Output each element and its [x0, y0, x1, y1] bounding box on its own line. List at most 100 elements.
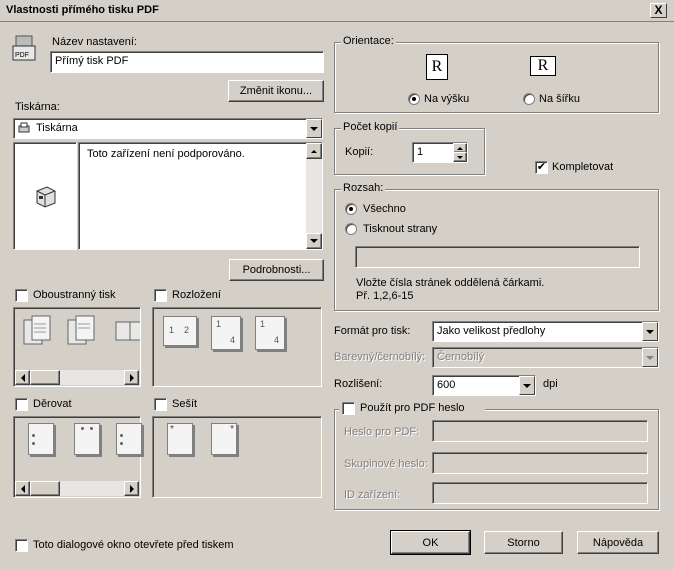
portrait-icon: R [426, 54, 448, 80]
resolution-value: 600 [437, 379, 456, 391]
layout-label: Rozložení [172, 289, 221, 301]
range-all-radio[interactable] [345, 203, 357, 215]
scroll-right-button[interactable] [124, 481, 139, 496]
printer-icon [18, 122, 30, 134]
group-password-label: Skupinové heslo: [344, 458, 428, 470]
layout-4up-icon: 1 4 [211, 316, 241, 350]
punch-scrollbar[interactable] [15, 481, 139, 496]
staple-right-icon: * [211, 423, 237, 455]
staple-left-icon: * [167, 423, 193, 455]
show-dialog-label: Toto dialogové okno otevřete před tiskem [33, 539, 234, 551]
change-icon-button[interactable]: Změnit ikonu... [228, 80, 324, 102]
range-legend: Rozsah: [341, 182, 386, 194]
status-scrollbar[interactable] [306, 143, 322, 249]
device-id-input[interactable] [432, 482, 648, 504]
setting-name-label: Název nastavení: [52, 36, 137, 48]
landscape-icon: R [530, 56, 556, 76]
printer-label: Tiskárna: [15, 101, 60, 113]
duplex-panel [13, 307, 141, 387]
show-dialog-checkbox[interactable] [15, 539, 28, 552]
copies-spinner[interactable]: 1 [412, 142, 468, 163]
landscape-label: Na šířku [539, 93, 580, 105]
print-format-value: Jako velikost předlohy [437, 325, 546, 337]
pdf-password-input[interactable] [432, 420, 648, 442]
device-id-label: ID zařízení: [344, 489, 401, 501]
punch-top-holes-icon [74, 423, 100, 455]
color-mode-select[interactable]: Černobílý [432, 347, 659, 368]
scroll-thumb[interactable] [30, 481, 60, 496]
duplex-scrollbar[interactable] [15, 370, 139, 385]
printer-status-text: Toto zařízení není podporováno. [87, 148, 245, 160]
punch-side-holes-icon [116, 423, 142, 455]
resolution-label: Rozlišení: [334, 378, 383, 390]
color-mode-dropdown-arrow[interactable] [642, 348, 658, 367]
punch-label: Děrovat [33, 398, 72, 410]
duplex-top-icon [66, 314, 98, 348]
color-mode-label: Barevný/černobílý: [334, 351, 426, 363]
portrait-label: Na výšku [424, 93, 470, 105]
collate-label: Kompletovat [552, 161, 614, 173]
pdf-password-label: Použít pro PDF heslo [360, 402, 465, 414]
layout-checkbox[interactable] [154, 289, 167, 302]
ok-button[interactable]: OK [390, 530, 471, 555]
group-password-input[interactable] [432, 452, 648, 474]
pdf-icon: PDF [12, 34, 36, 62]
staple-checkbox[interactable] [154, 398, 167, 411]
close-button[interactable]: X [650, 3, 667, 18]
layout-4up-alt-icon: 1 4 [255, 316, 285, 350]
printer-image-panel [13, 142, 77, 250]
portrait-radio[interactable] [408, 93, 420, 105]
color-mode-value: Černobílý [437, 351, 485, 363]
punch-2-holes-icon [28, 423, 54, 455]
scroll-up-button[interactable] [306, 143, 322, 159]
range-example: Př. 1,2,6-15 [356, 290, 414, 302]
svg-text:PDF: PDF [15, 52, 29, 59]
cancel-button[interactable]: Storno [484, 531, 563, 554]
window-title: Vlastnosti přímého tisku PDF [6, 4, 159, 16]
print-format-label: Formát pro tisk: [334, 325, 411, 337]
punch-panel [13, 416, 142, 498]
collate-checkbox[interactable]: ✔ [535, 161, 548, 174]
range-all-label: Všechno [363, 203, 406, 215]
printer-select[interactable]: Tiskárna [13, 118, 323, 139]
duplex-left-icon [22, 314, 54, 348]
scroll-thumb[interactable] [30, 370, 60, 385]
pdf-password-field-label: Heslo pro PDF: [344, 426, 420, 438]
print-format-dropdown-arrow[interactable] [642, 322, 658, 341]
resolution-dropdown-arrow[interactable] [519, 376, 535, 395]
print-format-select[interactable]: Jako velikost předlohy [432, 321, 659, 342]
duplex-booklet-icon [114, 314, 140, 348]
pdf-password-checkbox[interactable] [342, 402, 355, 415]
staple-label: Sešít [172, 398, 198, 410]
copies-legend: Počet kopií [341, 121, 400, 133]
details-button[interactable]: Podrobnosti... [229, 259, 324, 281]
orientation-legend: Orientace: [341, 35, 396, 47]
scroll-down-button[interactable] [306, 233, 322, 249]
resolution-unit: dpi [543, 378, 558, 390]
range-pages-input[interactable] [355, 246, 640, 268]
printer-status-panel: Toto zařízení není podporováno. [78, 142, 323, 250]
printer-dropdown-arrow[interactable] [306, 119, 322, 138]
orientation-group [334, 42, 659, 113]
punch-checkbox[interactable] [15, 398, 28, 411]
layout-2up-icon: 1 2 [163, 316, 197, 346]
range-hint: Vložte čísla stránek oddělená čárkami. [356, 277, 545, 289]
scroll-left-button[interactable] [15, 370, 30, 385]
copies-down-button[interactable] [453, 152, 467, 162]
scroll-right-button[interactable] [124, 370, 139, 385]
copies-value[interactable]: 1 [417, 146, 423, 158]
printer-selected: Tiskárna [36, 122, 78, 134]
layout-panel: 1 2 1 4 1 4 [152, 307, 322, 387]
duplex-label: Oboustranný tisk [33, 289, 116, 301]
copies-label: Kopií: [345, 146, 374, 158]
setting-name-input[interactable]: Přímý tisk PDF [50, 51, 324, 73]
range-pages-label: Tisknout strany [363, 223, 438, 235]
scroll-left-button[interactable] [15, 481, 30, 496]
resolution-select[interactable]: 600 [432, 375, 536, 396]
printer-device-icon [32, 183, 58, 212]
duplex-checkbox[interactable] [15, 289, 28, 302]
staple-panel: * * [152, 416, 322, 498]
help-button[interactable]: Nápověda [577, 531, 659, 554]
range-pages-radio[interactable] [345, 223, 357, 235]
landscape-radio[interactable] [523, 93, 535, 105]
